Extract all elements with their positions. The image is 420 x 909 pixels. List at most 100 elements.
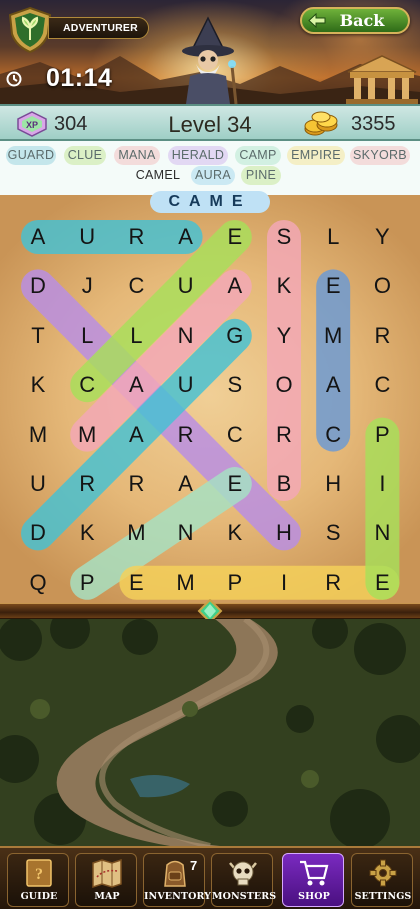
letter-cell[interactable]: P [357,410,407,460]
letter-cell[interactable]: R [308,558,358,608]
back-button[interactable]: Back [300,7,410,34]
word-chip-clue: CLUE [64,146,106,165]
letter-cell[interactable]: J [62,261,112,311]
letter-cell[interactable]: D [13,508,63,558]
svg-text:?: ? [35,866,43,883]
letter-cell[interactable]: P [62,558,112,608]
back-button-label: Back [339,11,385,30]
letter-cell[interactable]: R [62,459,112,509]
clock-icon [6,71,22,87]
word-text: HERALD [171,148,225,162]
skull-icon [229,861,257,886]
word-list: GUARD CLUE MANA HERALD CAMP EMPIRE SKYOR… [0,141,420,195]
nav-guide[interactable]: ? GUIDE [7,853,69,907]
rank-label: ADVENTURER [48,17,149,39]
current-selection: CAME [150,191,270,213]
cart-icon [300,860,329,886]
letter-cell[interactable]: I [357,459,407,509]
word-text: SKYORB [353,148,407,162]
letter-cell[interactable]: L [111,311,161,361]
temple-icon [346,55,418,104]
nav-shop[interactable]: SHOP [282,853,344,907]
letter-cell[interactable]: M [308,311,358,361]
letter-cell[interactable]: S [259,212,309,262]
letter-cell[interactable]: U [161,360,211,410]
letter-cell[interactable]: Q [13,558,63,608]
letter-cell[interactable]: O [259,360,309,410]
letter-cell[interactable]: K [259,261,309,311]
nav-map[interactable]: MAP [75,853,137,907]
letter-cell[interactable]: N [161,508,211,558]
letter-cell[interactable]: C [357,360,407,410]
coins-icon [304,111,338,136]
letter-cell[interactable]: C [210,410,260,460]
letter-cell[interactable]: R [161,410,211,460]
nav-settings[interactable]: SETTINGS [351,853,413,907]
book-icon: ? [26,859,52,887]
letter-cell[interactable]: K [62,508,112,558]
letter-cell[interactable]: M [13,410,63,460]
inventory-count-badge: 7 [190,858,198,873]
letter-cell[interactable]: A [161,459,211,509]
shield-icon[interactable] [6,6,54,54]
letter-cell[interactable]: I [259,558,309,608]
letter-cell[interactable]: A [161,212,211,262]
letter-cell[interactable]: U [13,459,63,509]
word-chip-camp: CAMP [235,146,281,165]
letter-cell[interactable]: M [62,410,112,460]
letter-cell[interactable]: N [161,311,211,361]
letter-cell[interactable]: E [308,261,358,311]
puzzle-board[interactable]: AURAESLYDJCUAKEOTLLNGYMRKCAUSOACMMARCRCP… [0,195,420,607]
letter-cell[interactable]: G [210,311,260,361]
nav-label: SHOP [298,891,330,902]
letter-cell[interactable]: R [357,311,407,361]
letter-cell[interactable]: A [111,410,161,460]
letter-cell[interactable]: R [111,459,161,509]
forest-path-scene [0,619,420,846]
nav-monsters[interactable]: MONSTERS [211,853,277,907]
letter-cell[interactable]: U [62,212,112,262]
word-chip-herald: HERALD [168,146,228,165]
gear-icon [369,859,397,887]
letter-cell[interactable]: A [13,212,63,262]
letter-cell[interactable]: H [259,508,309,558]
nav-label: MONSTERS [212,891,277,902]
letter-cell[interactable]: H [308,459,358,509]
letter-cell[interactable]: S [210,360,260,410]
back-arrow-icon [308,13,326,28]
letter-cell[interactable]: E [210,212,260,262]
letter-cell[interactable]: K [210,508,260,558]
wizard-avatar [182,16,238,104]
nav-label: INVENTORY [144,891,212,902]
word-chip-aura: AURA [191,166,235,185]
letter-cell[interactable]: C [308,410,358,460]
word-chip-camel: CAMEL [132,166,184,185]
word-chip-skyorb: SKYORB [350,146,410,165]
bottom-navigation: ? GUIDE MAP INVENTORY MONSTERS SHOP SETT… [0,846,420,909]
letter-cell[interactable]: L [308,212,358,262]
letter-cell[interactable]: O [357,261,407,311]
letter-cell[interactable]: A [210,261,260,311]
letter-cell[interactable]: B [259,459,309,509]
letter-cell[interactable]: Y [259,311,309,361]
letter-cell[interactable]: Y [357,212,407,262]
letter-cell[interactable]: L [62,311,112,361]
letter-cell[interactable]: E [111,558,161,608]
letter-cell[interactable]: R [111,212,161,262]
letter-cell[interactable]: T [13,311,63,361]
letter-cell[interactable]: R [259,410,309,460]
letter-cell[interactable]: C [111,261,161,311]
letter-cell[interactable]: A [111,360,161,410]
letter-cell[interactable]: M [111,508,161,558]
letter-cell[interactable]: N [357,508,407,558]
letter-cell[interactable]: K [13,360,63,410]
letter-cell[interactable]: A [308,360,358,410]
letter-cell[interactable]: C [62,360,112,410]
letter-cell[interactable]: S [308,508,358,558]
backpack-icon [164,860,186,887]
letter-cell[interactable]: D [13,261,63,311]
header: ADVENTURER Back 01:14 [0,0,420,104]
letter-cell[interactable]: E [357,558,407,608]
letter-cell[interactable]: U [161,261,211,311]
letter-cell[interactable]: E [210,459,260,509]
